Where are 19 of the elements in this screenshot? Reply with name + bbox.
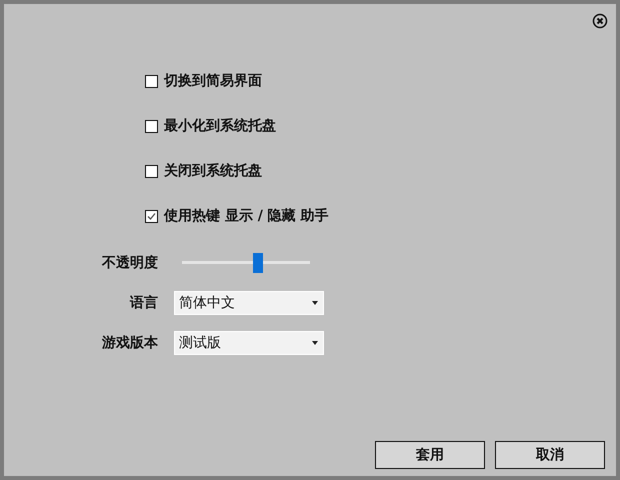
- opacity-slider[interactable]: [182, 252, 310, 274]
- checkbox[interactable]: [145, 210, 158, 222]
- checkbox[interactable]: [145, 164, 158, 178]
- dropdown[interactable]: 简体中文: [174, 291, 324, 315]
- checkbox[interactable]: [145, 74, 158, 88]
- dropdown[interactable]: 测试版: [174, 331, 324, 355]
- checkbox-option[interactable]: 关闭到系统托盘: [145, 161, 616, 181]
- close-icon[interactable]: [592, 13, 608, 29]
- checkbox-option[interactable]: 最小化到系统托盘: [145, 116, 616, 136]
- setting-label: 语言: [128, 294, 159, 312]
- caret-icon: [312, 301, 318, 305]
- dialog-button[interactable]: 套用: [375, 441, 485, 469]
- checkbox[interactable]: [145, 120, 158, 132]
- checkbox-option[interactable]: 切换到简易界面: [145, 71, 616, 91]
- setting-label: 不透明度: [100, 254, 159, 272]
- dialog-button[interactable]: 取消: [495, 441, 605, 469]
- checkbox-option[interactable]: 使用热键 显示 / 隐藏 助手: [145, 206, 616, 226]
- caret-icon: [312, 341, 318, 345]
- setting-label: 游戏版本: [101, 334, 159, 352]
